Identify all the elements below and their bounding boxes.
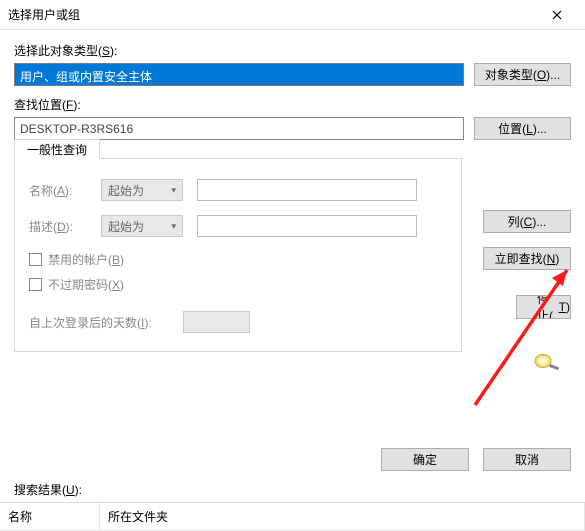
object-type-label: 选择此对象类型(S):: [14, 42, 571, 59]
object-types-button[interactable]: 对象类型(O)...: [474, 63, 571, 86]
non-expiring-password-checkbox-row[interactable]: 不过期密码(X): [29, 276, 447, 293]
non-expiring-password-label: 不过期密码(X): [48, 276, 124, 293]
stop-button[interactable]: 停止(T): [516, 295, 571, 319]
content-area: 选择此对象类型(S): 用户、组或内置安全主体 对象类型(O)... 查找位置(…: [0, 30, 585, 352]
checkbox-icon: [29, 253, 42, 266]
description-label: 描述(D):: [29, 218, 87, 235]
column-name[interactable]: 名称: [0, 503, 100, 531]
bottom-area: 确定 取消 搜索结果(U): 名称 所在文件夹: [0, 448, 585, 531]
checkbox-icon: [29, 278, 42, 291]
chevron-down-icon: ▾: [171, 221, 176, 232]
object-type-field[interactable]: 用户、组或内置安全主体: [14, 63, 464, 86]
close-button[interactable]: [537, 1, 577, 29]
chevron-down-icon: ▾: [171, 185, 176, 196]
query-panel: 一般性查询 名称(A): 起始为▾ 描述(D): 起始为▾ 禁用的帐户(B): [14, 158, 462, 352]
search-icon: [533, 352, 561, 372]
column-folder[interactable]: 所在文件夹: [100, 503, 585, 531]
location-field[interactable]: DESKTOP-R3RS616: [14, 117, 464, 140]
disabled-accounts-checkbox-row[interactable]: 禁用的帐户(B): [29, 251, 447, 268]
ok-button[interactable]: 确定: [381, 448, 469, 471]
location-label: 查找位置(F):: [14, 96, 571, 113]
title-bar: 选择用户或组: [0, 0, 585, 30]
name-match-combo[interactable]: 起始为▾: [101, 179, 183, 201]
columns-button[interactable]: 列(C)...: [483, 210, 571, 233]
locations-button[interactable]: 位置(L)...: [474, 117, 571, 140]
search-results-label: 搜索结果(U):: [0, 481, 585, 502]
window-title: 选择用户或组: [8, 6, 80, 23]
name-input[interactable]: [197, 179, 417, 201]
results-header: 名称 所在文件夹: [0, 502, 585, 531]
description-input[interactable]: [197, 215, 417, 237]
find-now-button[interactable]: 立即查找(N): [483, 247, 571, 270]
close-icon: [552, 10, 562, 20]
disabled-accounts-label: 禁用的帐户(B): [48, 251, 124, 268]
cancel-button[interactable]: 取消: [483, 448, 571, 471]
days-since-logon-combo[interactable]: [183, 311, 250, 333]
tab-common-queries[interactable]: 一般性查询: [14, 139, 100, 159]
days-since-logon-label: 自上次登录后的天数(I):: [29, 314, 169, 331]
description-match-combo[interactable]: 起始为▾: [101, 215, 183, 237]
name-label: 名称(A):: [29, 182, 87, 199]
